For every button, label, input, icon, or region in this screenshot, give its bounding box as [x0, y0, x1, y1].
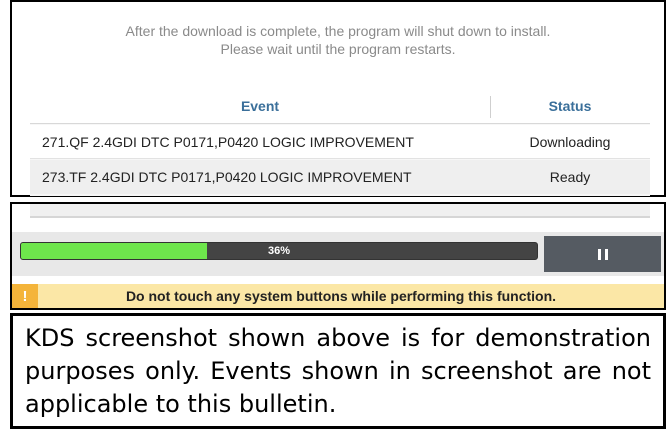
- event-cell: 273.TF 2.4GDI DTC P0171,P0420 LOGIC IMPR…: [42, 169, 412, 185]
- header-divider: [490, 96, 491, 118]
- list-bottom-edge: [30, 204, 650, 218]
- disclaimer-box: KDS screenshot shown above is for demons…: [10, 313, 666, 429]
- progress-label: 36%: [267, 245, 291, 257]
- notice-line-2: Please wait until the program restarts.: [220, 41, 456, 57]
- progress-bar: 36%: [20, 242, 538, 260]
- pause-button[interactable]: [544, 236, 661, 272]
- status-cell: Downloading: [529, 133, 611, 150]
- table-header: Event Status: [30, 88, 650, 124]
- pause-icon: [596, 248, 610, 260]
- event-table: Event Status 271.QF 2.4GDI DTC P0171,P04…: [30, 88, 650, 196]
- download-notice: After the download is complete, the prog…: [12, 22, 664, 58]
- warning-banner: ! Do not touch any system buttons while …: [12, 284, 664, 308]
- table-row[interactable]: 271.QF 2.4GDI DTC P0171,P0420 LOGIC IMPR…: [30, 125, 650, 159]
- notice-line-1: After the download is complete, the prog…: [125, 23, 551, 39]
- column-header-event: Event: [240, 97, 280, 114]
- event-cell: 271.QF 2.4GDI DTC P0171,P0420 LOGIC IMPR…: [42, 133, 414, 150]
- disclaimer-text: KDS screenshot shown above is for demons…: [25, 324, 651, 418]
- column-header-status: Status: [548, 97, 592, 114]
- progress-panel: 36% ! Do not touch any system buttons wh…: [10, 202, 666, 310]
- progress-area: 36%: [12, 232, 664, 276]
- warning-icon: !: [12, 284, 38, 308]
- download-panel: After the download is complete, the prog…: [10, 0, 666, 197]
- status-cell: Ready: [549, 169, 591, 185]
- warning-text: Do not touch any system buttons while pe…: [125, 288, 557, 304]
- table-row[interactable]: 273.TF 2.4GDI DTC P0171,P0420 LOGIC IMPR…: [30, 160, 650, 194]
